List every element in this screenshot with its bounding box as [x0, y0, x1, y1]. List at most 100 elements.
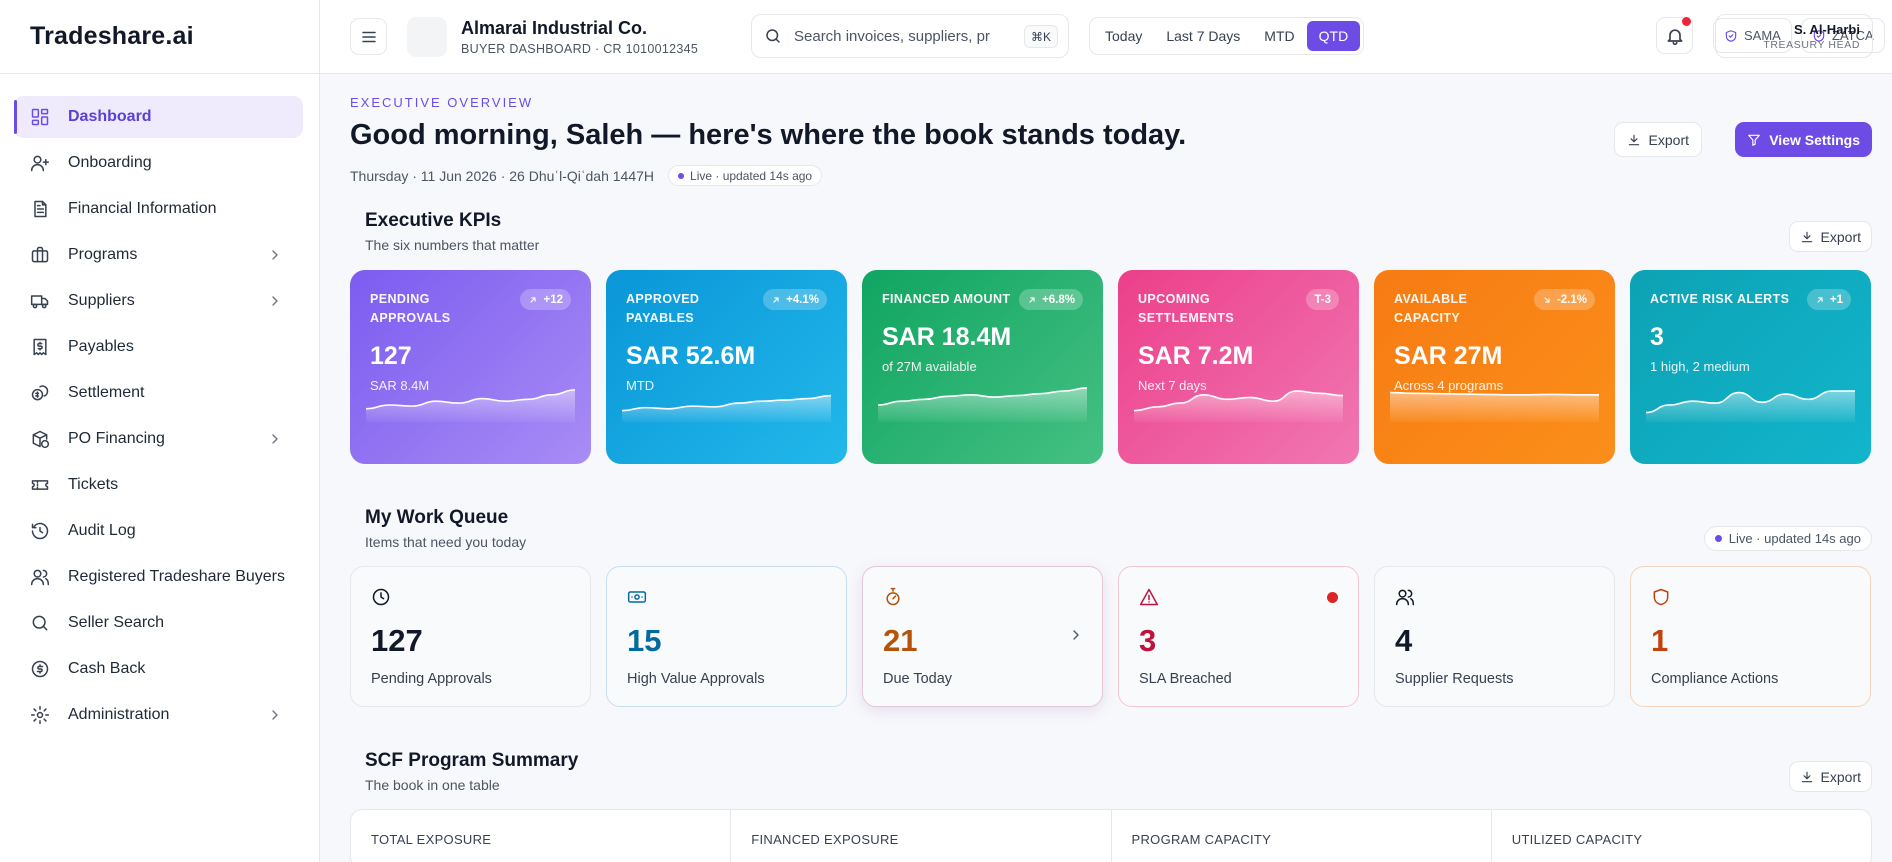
- sidebar-item-registered-tradeshare-buyers[interactable]: Registered Tradeshare Buyers: [14, 556, 303, 598]
- kpi-delta: +1: [1829, 293, 1843, 306]
- sidebar-item-label: Financial Information: [68, 200, 217, 217]
- sidebar-item-audit-log[interactable]: Audit Log: [14, 510, 303, 552]
- sidebar-item-label: PO Financing: [68, 430, 165, 447]
- kpi-card-financed-amount[interactable]: Financed Amount +6.8% SAR 18.4M of 27M avai…: [862, 270, 1103, 464]
- queue-card-supplier-requests[interactable]: 4 Supplier Requests: [1374, 566, 1615, 707]
- users-icon: [30, 569, 50, 586]
- receipt-dollar-icon: [33, 338, 47, 356]
- sidebar-item-programs[interactable]: Programs: [14, 234, 303, 276]
- search-box[interactable]: ⌘K: [751, 14, 1069, 58]
- kpi-sparkline: [1134, 390, 1343, 422]
- sidebar-item-tickets[interactable]: Tickets: [14, 464, 303, 506]
- sidebar-item-onboarding[interactable]: Onboarding: [14, 142, 303, 184]
- sidebar-item-financial-information[interactable]: Financial Information: [14, 188, 303, 230]
- sidebar-item-payables[interactable]: Payables: [14, 326, 303, 368]
- range-option-last-7-days[interactable]: Last 7 Days: [1154, 21, 1252, 51]
- kpi-value: SAR 18.4M: [882, 323, 1012, 351]
- kpi-export-button[interactable]: Export: [1788, 221, 1872, 252]
- sidebar-item-suppliers[interactable]: Suppliers: [14, 280, 303, 322]
- sparkline-area: [1390, 392, 1599, 422]
- page-eyebrow: EXECUTIVE OVERVIEW: [350, 95, 534, 110]
- kpi-card-available-capacity[interactable]: Available Capacity -2.1% SAR 27M Across 4 p…: [1374, 270, 1615, 464]
- queue-card-sla-breached[interactable]: 3 SLA Breached: [1118, 566, 1359, 707]
- sidebar-item-label: Administration: [68, 706, 170, 723]
- kpi-card-pending-approvals[interactable]: Pending Approvals +12 127 SAR 8.4M: [350, 270, 591, 464]
- alert-triangle-icon: [1139, 588, 1159, 606]
- sidebar-item-administration[interactable]: Administration: [14, 694, 303, 736]
- company-logo: [407, 16, 447, 57]
- search-input[interactable]: [794, 27, 1014, 45]
- menu-toggle-button[interactable]: [350, 18, 387, 55]
- truck-icon: [30, 295, 49, 309]
- sidebar-item-settlement[interactable]: Settlement: [14, 372, 303, 414]
- queue-value: 127: [371, 623, 423, 658]
- queue-card-high-value-approvals[interactable]: 15 High Value Approvals: [606, 566, 847, 707]
- queue-value: 4: [1395, 623, 1413, 658]
- chevron-right-icon: [272, 296, 278, 306]
- trend-up-icon: [1817, 296, 1823, 303]
- sidebar-item-seller-search[interactable]: Seller Search: [14, 602, 303, 644]
- scf-export-button[interactable]: Export: [1788, 761, 1872, 792]
- queue-label: Due Today: [883, 671, 953, 687]
- kpi-delta: +12: [543, 293, 563, 306]
- kpi-delta-badge: +1: [1806, 289, 1851, 310]
- kpi-label: Active Risk Alerts: [1650, 292, 1790, 306]
- view-settings-button[interactable]: View Settings: [1735, 122, 1872, 157]
- trend-up-icon: [530, 296, 537, 303]
- sidebar-item-label: Audit Log: [68, 522, 136, 539]
- briefcase-icon: [31, 246, 49, 263]
- kpi-sparkline: [1390, 391, 1599, 422]
- export-button[interactable]: Export: [1613, 122, 1702, 157]
- topbar: Almarai Industrial Co. BUYER DASHBOARD ·…: [320, 0, 1892, 74]
- brand-logo[interactable]: Tradeshare.ai: [0, 0, 319, 74]
- kpi-card-upcoming-settlements[interactable]: Upcoming Settlements T-3 SAR 7.2M Next 7 da…: [1118, 270, 1359, 464]
- kpi-delta-badge: +6.8%: [1019, 289, 1083, 310]
- kpi-label: Upcoming Settlements: [1138, 292, 1235, 325]
- range-option-mtd[interactable]: MTD: [1252, 21, 1306, 51]
- timer-icon: [886, 587, 900, 606]
- kpi-sparkline: [878, 387, 1087, 422]
- date-text: Thursday · 11 Jun 2026 · 26 Dhuʿl-Qiʿdah…: [350, 167, 655, 184]
- kpi-section-subtitle: The six numbers that matter: [365, 237, 540, 253]
- scf-section-subtitle: The book in one table: [365, 777, 500, 793]
- sidebar-item-cash-back[interactable]: Cash Back: [14, 648, 303, 690]
- queue-label: Pending Approvals: [371, 671, 492, 687]
- kpi-label: Financed Amount: [882, 292, 1011, 306]
- clock-icon: [372, 588, 390, 606]
- dashboard-icon: [31, 108, 49, 126]
- queue-label: Supplier Requests: [1395, 671, 1514, 687]
- kpi-subtext: of 27M available: [882, 359, 977, 374]
- bell-icon: [1667, 28, 1682, 45]
- user-menu[interactable]: S. Al-Harbi TREASURY HEAD: [1715, 14, 1873, 58]
- kpi-card-approved-payables[interactable]: Approved Payables +4.1% SAR 52.6M MTD: [606, 270, 847, 464]
- queue-card-compliance-actions[interactable]: 1 Compliance Actions: [1630, 566, 1871, 707]
- range-option-today[interactable]: Today: [1093, 21, 1154, 51]
- notifications-button[interactable]: [1656, 17, 1693, 54]
- table-header-program-capacity: Program Capacity: [1112, 810, 1492, 862]
- document-icon: [34, 200, 47, 218]
- kpi-delta: T-3: [1314, 293, 1331, 306]
- scf-section-title: SCF Program Summary: [365, 750, 579, 771]
- scf-export-label: Export: [1820, 768, 1861, 785]
- kpi-label: Approved Payables: [626, 292, 700, 325]
- queue-value: 21: [883, 623, 918, 658]
- company-name: Almarai Industrial Co.: [461, 17, 648, 38]
- sidebar-item-dashboard[interactable]: Dashboard: [14, 96, 303, 138]
- kpi-card-active-risk-alerts[interactable]: Active Risk Alerts +1 3 1 high, 2 medium: [1630, 270, 1871, 464]
- app-shell: Tradeshare.ai Dashboard Onboarding Financi…: [0, 0, 1892, 862]
- circle-dollar-icon: [31, 660, 49, 678]
- view-settings-label: View Settings: [1769, 131, 1860, 148]
- sidebar-item-label: Settlement: [68, 384, 145, 401]
- table-header-utilized-capacity: Utilized Capacity: [1511, 832, 1643, 847]
- sidebar-item-label: Cash Back: [68, 660, 146, 677]
- sidebar-item-po-financing[interactable]: PO Financing: [14, 418, 303, 460]
- queue-label: Compliance Actions: [1651, 671, 1779, 687]
- kpi-section-title: Executive KPIs: [365, 210, 502, 231]
- queue-card-pending-approvals[interactable]: 127 Pending Approvals: [350, 566, 591, 707]
- kpi-value: 127: [370, 342, 412, 370]
- shield-icon: [1653, 588, 1669, 606]
- queue-card-due-today[interactable]: 21 Due Today: [862, 566, 1103, 707]
- queue-live-badge: Live · updated 14s ago: [1703, 526, 1872, 551]
- range-option-qtd[interactable]: QTD: [1306, 21, 1361, 51]
- main-area: Almarai Industrial Co. BUYER DASHBOARD ·…: [320, 0, 1892, 862]
